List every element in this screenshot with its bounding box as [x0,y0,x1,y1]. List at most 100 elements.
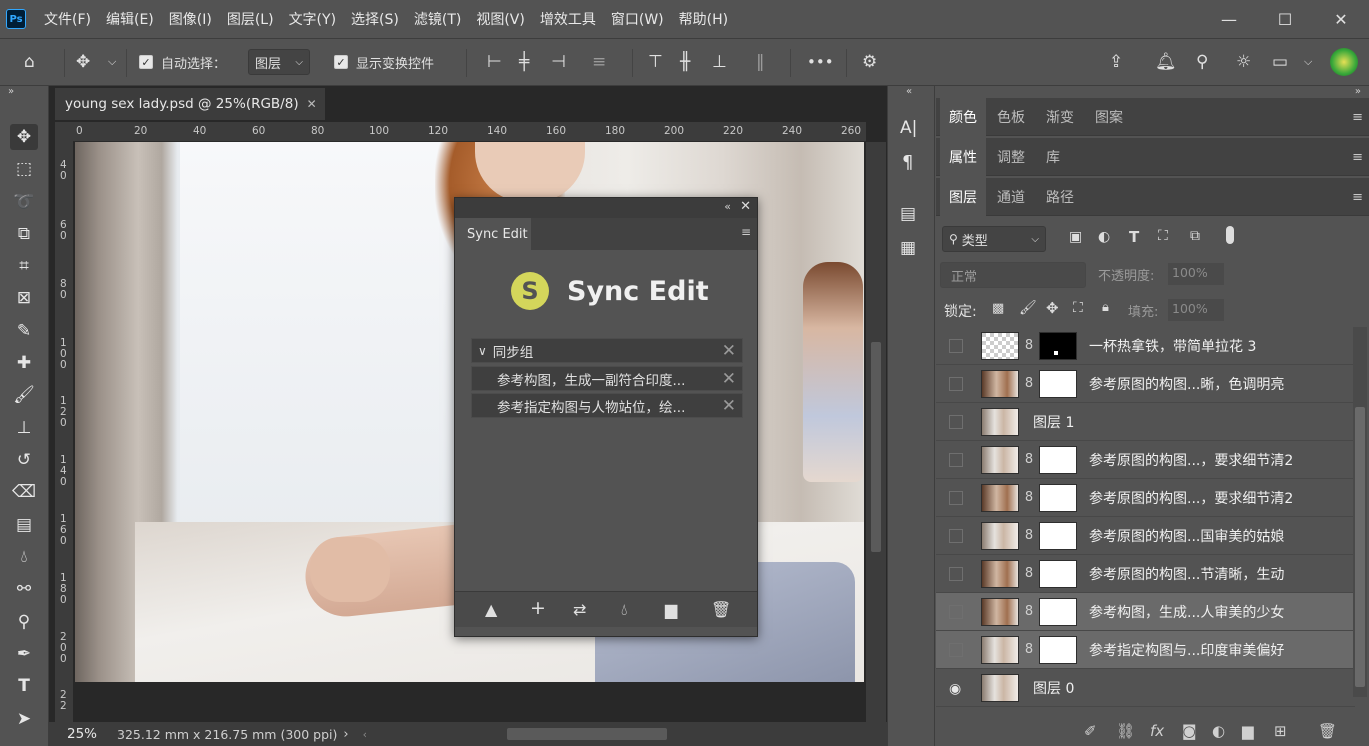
visibility-toggle[interactable] [949,338,963,353]
eraser-tool-icon[interactable]: ⌫ [10,479,38,505]
pen-tool-icon[interactable]: ✒ [10,641,38,667]
visibility-toggle[interactable] [949,414,963,429]
align-center-icon[interactable]: ╪ [519,39,529,85]
layer-row[interactable]: 8 参考指定构图与...印度审美偏好 [936,631,1355,669]
zoom-level[interactable]: 25% [67,726,97,742]
chevron-down-icon[interactable]: ⌵ [108,39,116,85]
brush-tool-icon[interactable]: 🖌︎ [10,382,38,408]
tab-patterns[interactable]: 图案 [1086,98,1132,136]
visibility-toggle[interactable] [949,566,963,581]
fill-input[interactable]: 100% [1168,299,1224,321]
shape-filter-icon[interactable]: ⛶ [1158,228,1168,244]
healing-brush-tool-icon[interactable]: ✚ [10,350,38,376]
align-right-icon[interactable]: ⊣ [551,39,566,85]
move-tool-icon[interactable]: ✥ [76,39,90,85]
chevron-down-icon[interactable]: ⌵ [1304,39,1312,85]
notes-panel-icon[interactable]: ▦ [900,238,916,258]
bell-icon[interactable]: 🔔︎ [1155,39,1177,85]
workspace-icon[interactable]: ▭ [1272,39,1288,85]
add-mask-icon[interactable]: ◙ [1182,722,1197,740]
blur-tool-icon[interactable]: 💧︎ [10,544,38,570]
link-icon[interactable]: 8 [1019,604,1039,619]
menu-filter[interactable]: 滤镜(T) [414,9,461,29]
eyedropper-tool-icon[interactable]: ✎ [10,318,38,344]
smart-object-filter-icon[interactable]: ⧉ [1190,228,1200,244]
visibility-toggle[interactable] [949,376,963,391]
minimize-button[interactable]: — [1201,10,1257,29]
show-transform-checkbox[interactable]: ✓ 显示变换控件 [334,39,434,85]
paragraph-panel-icon[interactable]: ¶ [902,152,913,173]
align-bottom-icon[interactable]: ⊥ [712,39,727,85]
close-icon[interactable]: ✕ [740,199,751,214]
visibility-toggle[interactable] [949,642,963,657]
adjustment-filter-icon[interactable]: ◐ [1098,229,1110,245]
close-icon[interactable]: ✕ [307,97,317,111]
maximize-button[interactable]: ☐ [1257,10,1313,29]
folder-icon[interactable]: ▆ [665,600,677,619]
align-top-icon[interactable]: ⊤ [648,39,663,85]
distribute-vertical-icon[interactable]: ‖ [756,39,765,85]
chevron-down-icon[interactable]: ∨ [478,344,487,358]
lasso-tool-icon[interactable]: ➰ [10,189,38,215]
sync-item[interactable]: 参考指定构图与人物站位，绘... ✕ [471,393,743,418]
sync-group-header[interactable]: ∨ 同步组 ✕ [471,338,743,363]
close-button[interactable]: ✕ [1313,10,1369,29]
panel-menu-icon[interactable]: ≡ [1352,150,1363,165]
collapse-icon[interactable]: » [1355,86,1361,97]
add-icon[interactable]: + [530,597,546,619]
lock-pixels-icon[interactable]: 🖌︎ [1019,300,1037,316]
visibility-toggle[interactable] [949,528,963,543]
auto-select-dropdown[interactable]: 图层 ⌵ [248,49,310,75]
sync-edit-titlebar[interactable]: « ✕ [455,198,757,218]
more-options-icon[interactable]: ••• [807,39,834,85]
menu-view[interactable]: 视图(V) [476,9,525,29]
blend-mode-dropdown[interactable]: 正常 [940,262,1086,288]
layer-row[interactable]: ◉ 图层 0 [936,669,1355,707]
visibility-toggle[interactable] [949,604,963,619]
gear-icon[interactable]: ⚙ [862,39,877,85]
dodge-tool-icon[interactable]: ⚯ [10,576,38,602]
tab-libraries[interactable]: 库 [1037,138,1069,176]
remove-icon[interactable]: ✕ [722,396,736,416]
layer-filter-dropdown[interactable]: ⚲ 类型 ⌵ [942,226,1046,252]
layers-scrollbar[interactable] [1353,327,1367,697]
link-icon[interactable]: 8 [1019,528,1039,543]
lightbulb-icon[interactable]: ☼ [1236,39,1251,85]
lock-artboard-icon[interactable]: ⛶ [1073,300,1083,316]
tab-gradients[interactable]: 渐变 [1037,98,1083,136]
eye-icon[interactable]: ◉ [949,681,963,697]
panel-menu-icon[interactable]: ≡ [1352,190,1363,205]
layer-row[interactable]: 8 参考原图的构图...晰，色调明亮 [936,365,1355,403]
layer-row[interactable]: 图层 1 [936,403,1355,441]
search-icon[interactable]: ⚲ [1196,39,1208,85]
auto-select-checkbox[interactable]: ✓ 自动选择： [139,39,226,85]
crop-tool-icon[interactable]: ⌗ [10,253,38,279]
scroll-thumb[interactable] [871,342,881,552]
menu-image[interactable]: 图像(I) [169,9,212,29]
marquee-tool-icon[interactable]: ⬚ [10,156,38,182]
link-icon[interactable]: 8 [1019,490,1039,505]
link-icon[interactable]: 8 [1019,452,1039,467]
layer-row[interactable]: 8 参考原图的构图...，要求细节清2 [936,441,1355,479]
home-icon[interactable]: ⌂ [24,39,35,85]
move-up-icon[interactable]: ▲ [485,600,497,619]
menu-plugins[interactable]: 增效工具 [540,9,596,29]
history-brush-tool-icon[interactable]: ↺ [10,447,38,473]
horizontal-scroll-thumb[interactable] [507,728,667,740]
tab-sync-edit[interactable]: Sync Edit [455,218,531,250]
align-left-icon[interactable]: ⊢ [487,39,502,85]
swap-icon[interactable]: ⇄ [573,600,586,619]
menu-file[interactable]: 文件(F) [44,9,91,29]
remove-icon[interactable]: ✕ [722,341,736,361]
filter-toggle[interactable] [1226,226,1234,244]
pixel-filter-icon[interactable]: ▣ [1069,229,1082,245]
visibility-toggle[interactable] [949,490,963,505]
scroll-left-icon[interactable]: ‹ [363,728,367,741]
gradient-tool-icon[interactable]: ▤ [10,512,38,538]
tab-channels[interactable]: 通道 [988,178,1034,216]
layer-row[interactable]: 8 一杯热拿铁，带简单拉花 3 [936,327,1355,365]
layer-row[interactable]: 8 参考构图，生成...人审美的少女 [936,593,1355,631]
layer-row[interactable]: 8 参考原图的构图...国审美的姑娘 [936,517,1355,555]
link-icon[interactable]: 8 [1019,376,1039,391]
brush-icon[interactable]: ✐ [1084,722,1097,740]
